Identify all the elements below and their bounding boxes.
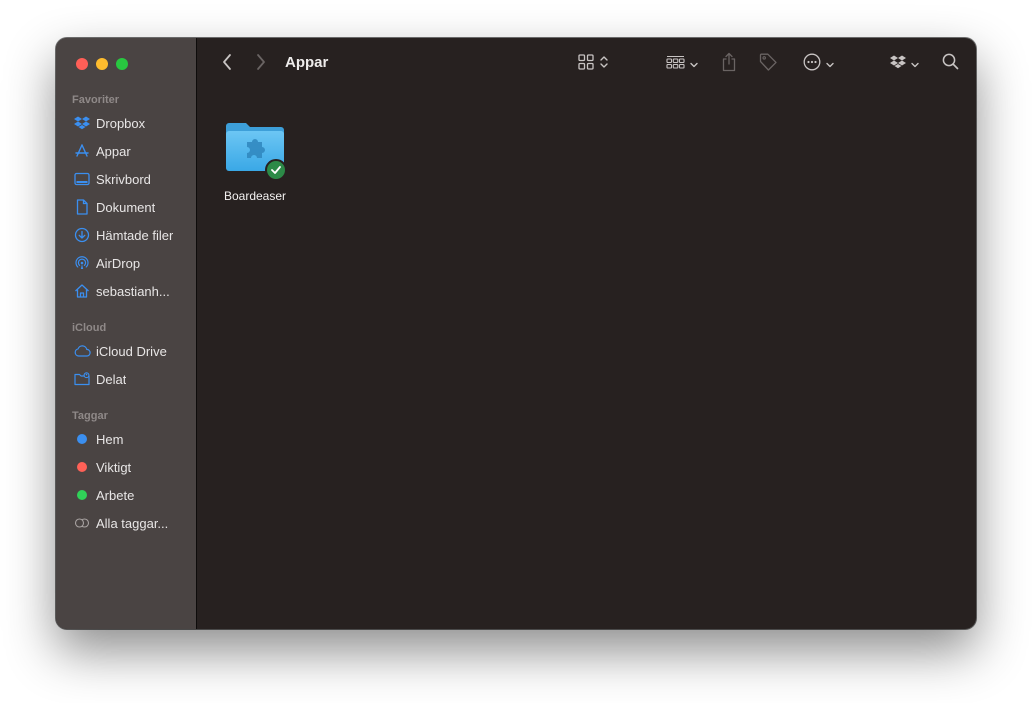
sidebar-item-label: Alla taggar... — [96, 515, 169, 531]
forward-button[interactable] — [251, 52, 271, 76]
group-by-icon — [666, 55, 685, 74]
chevron-left-icon — [222, 53, 232, 76]
all-tags-icon — [72, 514, 92, 532]
file-browser-content[interactable]: Boardeaser — [197, 90, 976, 629]
sidebar-tag-home[interactable]: Hem — [66, 427, 190, 451]
sidebar-item-label: Viktigt — [96, 459, 132, 475]
sidebar-item-label: AirDrop — [96, 255, 141, 271]
sidebar-item-downloads[interactable]: Hämtade filer — [66, 223, 190, 247]
maximize-window-button[interactable] — [116, 58, 128, 70]
chevron-right-icon — [256, 53, 266, 76]
sidebar-item-label: Hem — [96, 431, 124, 447]
view-mode-button[interactable] — [573, 52, 613, 76]
chevron-down-icon — [690, 55, 698, 73]
chevron-updown-icon — [600, 55, 608, 74]
window-title: Appar — [285, 54, 329, 71]
sidebar-item-desktop[interactable]: Skrivbord — [66, 167, 190, 191]
share-button[interactable] — [718, 52, 740, 76]
finder-window: Favoriter Dropbox Appar Skrivbord Dokume… — [56, 38, 976, 629]
chevron-down-icon — [825, 55, 834, 73]
toolbar: Appar — [197, 38, 976, 90]
sidebar-tag-all-tags[interactable]: Alla taggar... — [66, 511, 190, 535]
sidebar-item-label: iCloud Drive — [96, 343, 167, 359]
file-item[interactable]: Boardeaser — [219, 120, 291, 203]
sidebar-item-documents[interactable]: Dokument — [66, 195, 190, 219]
chevron-down-icon — [910, 55, 919, 73]
cloud-icon — [72, 342, 92, 360]
download-icon — [72, 226, 92, 244]
sidebar-item-dropbox[interactable]: Dropbox — [66, 111, 190, 135]
favorites-section-title: Favoriter — [72, 94, 120, 106]
more-actions-button[interactable] — [800, 52, 836, 76]
sidebar-item-label: Delat — [96, 371, 127, 387]
tag-color-icon — [72, 486, 92, 504]
sidebar-item-label: Arbete — [96, 487, 135, 503]
close-window-button[interactable] — [76, 58, 88, 70]
home-icon — [72, 282, 92, 300]
tag-icon — [758, 52, 778, 77]
icon-grid-view-icon — [578, 53, 594, 75]
search-icon — [942, 53, 959, 75]
apps-icon — [72, 142, 92, 160]
sidebar-item-label: Skrivbord — [96, 171, 151, 187]
sidebar-item-label: Dokument — [96, 199, 156, 215]
back-button[interactable] — [217, 52, 237, 76]
dropbox-icon — [72, 114, 92, 132]
sidebar-item-shared[interactable]: Delat — [66, 367, 190, 391]
tags-section-title: Taggar — [72, 410, 108, 422]
tag-button[interactable] — [756, 52, 780, 76]
file-name: Boardeaser — [223, 189, 287, 203]
group-by-button[interactable] — [662, 52, 702, 76]
sidebar-item-label: Appar — [96, 143, 131, 159]
tag-color-icon — [72, 430, 92, 448]
sidebar-item-apps[interactable]: Appar — [66, 139, 190, 163]
icloud-section-title: iCloud — [72, 322, 107, 334]
share-icon — [721, 52, 737, 77]
synced-check-icon — [265, 159, 287, 181]
sidebar-item-airdrop[interactable]: AirDrop — [66, 251, 190, 275]
sidebar: Favoriter Dropbox Appar Skrivbord Dokume… — [56, 38, 197, 629]
sidebar-item-label: sebastianh... — [96, 283, 170, 299]
minimize-window-button[interactable] — [96, 58, 108, 70]
sidebar-item-label: Hämtade filer — [96, 227, 174, 243]
sidebar-tag-important[interactable]: Viktigt — [66, 455, 190, 479]
tag-color-icon — [72, 458, 92, 476]
dropbox-menu-button[interactable] — [887, 52, 921, 76]
sidebar-item-label: Dropbox — [96, 115, 146, 131]
document-icon — [72, 198, 92, 216]
dropbox-icon — [889, 55, 906, 74]
airdrop-icon — [72, 254, 92, 272]
sidebar-item-icloud-drive[interactable]: iCloud Drive — [66, 339, 190, 363]
search-button[interactable] — [939, 52, 961, 76]
ellipsis-circle-icon — [803, 53, 821, 76]
shared-folder-icon — [72, 370, 92, 388]
sidebar-tag-work[interactable]: Arbete — [66, 483, 190, 507]
desktop-icon — [72, 170, 92, 188]
sidebar-item-home[interactable]: sebastianh... — [66, 279, 190, 303]
